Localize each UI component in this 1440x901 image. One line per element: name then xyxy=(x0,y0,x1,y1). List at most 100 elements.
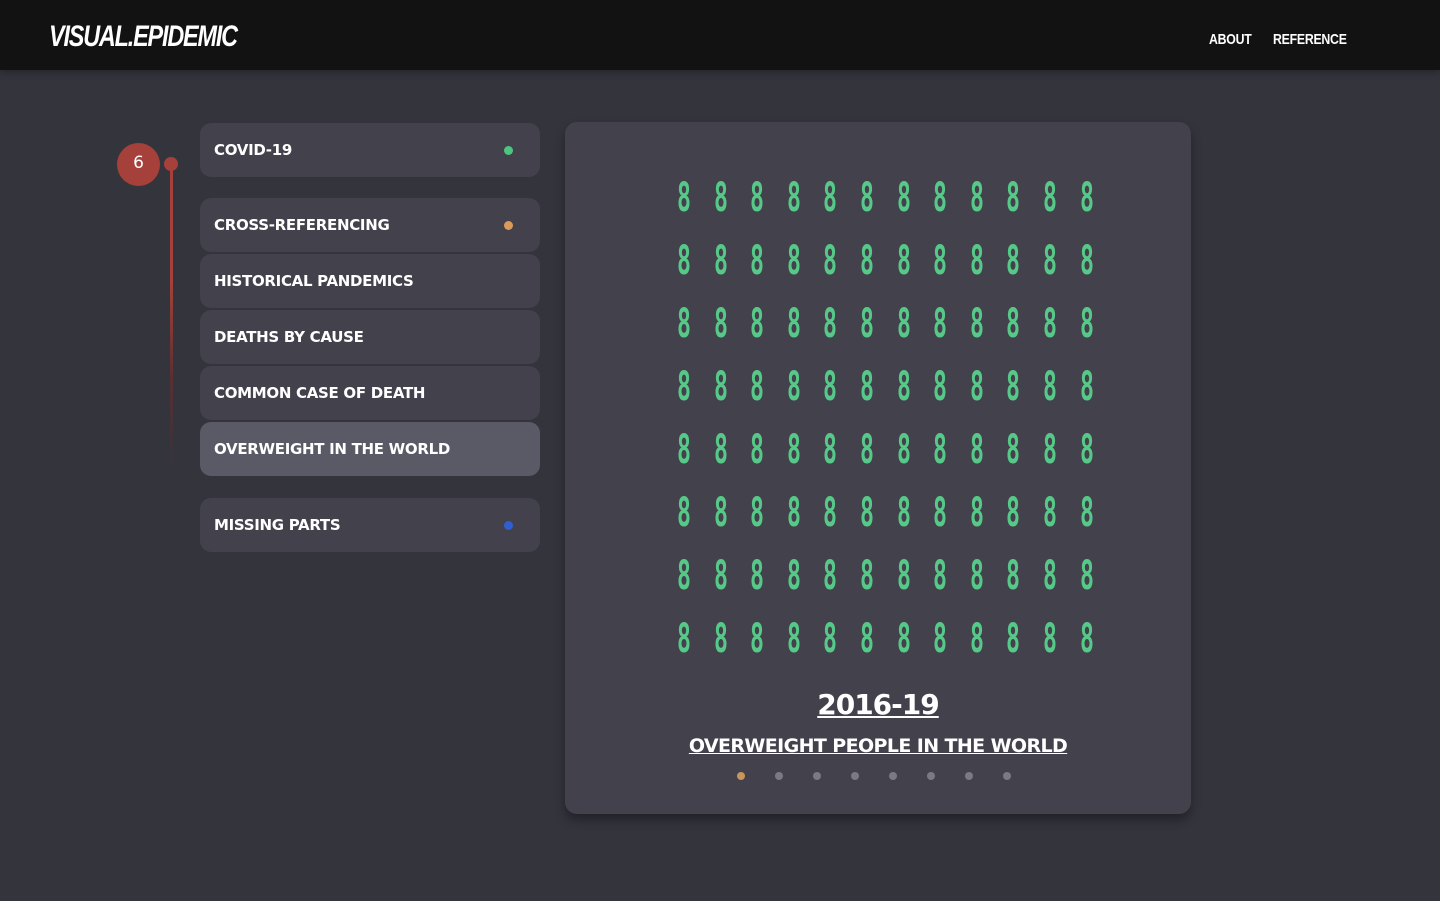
person-icon: 8 xyxy=(1079,238,1094,284)
menu-item-deaths-by-cause[interactable]: DEATHS BY CAUSE xyxy=(200,310,540,364)
person-icon: 8 xyxy=(677,301,691,347)
pager-dot[interactable] xyxy=(851,772,859,780)
person-icon: 8 xyxy=(713,427,728,473)
menu-item-common-case-of-death[interactable]: COMMON CASE OF DEATH xyxy=(200,366,540,420)
person-icon: 8 xyxy=(1079,427,1094,473)
person-icon: 8 xyxy=(677,175,691,221)
person-icon: 8 xyxy=(1079,553,1094,599)
pager-dot[interactable] xyxy=(775,772,783,780)
menu-item-label: OVERWEIGHT IN THE WORLD xyxy=(214,440,451,458)
person-icon: 8 xyxy=(823,364,838,410)
person-icon: 8 xyxy=(933,238,948,284)
person-icon: 8 xyxy=(786,553,801,599)
person-icon: 8 xyxy=(823,427,838,473)
person-icon: 8 xyxy=(896,427,911,473)
person-icon: 8 xyxy=(786,490,801,536)
person-icon: 8 xyxy=(713,301,728,347)
person-icon: 8 xyxy=(896,364,911,410)
person-icon: 8 xyxy=(786,427,801,473)
person-icon: 8 xyxy=(677,364,691,410)
person-icon: 8 xyxy=(1006,364,1021,410)
site-logo[interactable]: VISUAL.EPIDEMIC xyxy=(49,20,238,54)
person-icon: 8 xyxy=(677,238,691,284)
person-icon: 8 xyxy=(786,238,801,284)
pager-dot[interactable] xyxy=(813,772,821,780)
person-icon: 8 xyxy=(786,616,801,662)
person-icon: 8 xyxy=(786,301,801,347)
person-icon: 8 xyxy=(933,301,948,347)
pager-dot[interactable] xyxy=(737,772,745,780)
person-icon: 8 xyxy=(896,301,911,347)
person-icon: 8 xyxy=(750,427,765,473)
menu-item-cross-referencing[interactable]: CROSS-REFERENCING xyxy=(200,198,540,252)
person-icon: 8 xyxy=(1042,238,1057,284)
person-icon: 8 xyxy=(933,553,948,599)
person-icon: 8 xyxy=(750,364,765,410)
progress-track-line xyxy=(170,168,173,468)
pager-dot[interactable] xyxy=(1003,772,1011,780)
person-icon: 8 xyxy=(1042,175,1057,221)
nav-about-link[interactable]: ABOUT xyxy=(1209,31,1252,48)
nav-reference-link[interactable]: REFERENCE xyxy=(1273,31,1347,48)
person-icon: 8 xyxy=(933,490,948,536)
card-caption[interactable]: OVERWEIGHT PEOPLE IN THE WORLD xyxy=(565,735,1191,757)
person-icon: 8 xyxy=(713,616,728,662)
menu-item-missing-parts[interactable]: MISSING PARTS xyxy=(200,498,540,552)
person-icon: 8 xyxy=(823,175,838,221)
menu-item-label: COMMON CASE OF DEATH xyxy=(214,384,426,402)
person-icon: 8 xyxy=(1042,364,1057,410)
person-icon: 8 xyxy=(750,553,765,599)
person-icon: 8 xyxy=(859,553,874,599)
person-icon-grid: 8888888888888888888888888888888888888888… xyxy=(677,174,1116,678)
menu-item-label: DEATHS BY CAUSE xyxy=(214,328,364,346)
person-icon: 8 xyxy=(969,553,984,599)
pager-dot[interactable] xyxy=(927,772,935,780)
person-icon: 8 xyxy=(713,364,728,410)
person-icon: 8 xyxy=(786,175,801,221)
person-icon: 8 xyxy=(713,238,728,284)
person-icon: 8 xyxy=(1079,364,1094,410)
menu-item-label: MISSING PARTS xyxy=(214,516,341,534)
person-icon: 8 xyxy=(677,490,691,536)
pager-dot[interactable] xyxy=(889,772,897,780)
menu-item-label: COVID-19 xyxy=(214,141,292,159)
person-icon: 8 xyxy=(859,490,874,536)
person-icon: 8 xyxy=(969,616,984,662)
status-dot-icon xyxy=(504,221,513,230)
person-icon: 8 xyxy=(859,427,874,473)
person-icon: 8 xyxy=(1006,616,1021,662)
pager-dot[interactable] xyxy=(965,772,973,780)
menu-item-overweight-in-the-world[interactable]: OVERWEIGHT IN THE WORLD xyxy=(200,422,540,476)
person-icon: 8 xyxy=(1006,238,1021,284)
person-icon: 8 xyxy=(1042,616,1057,662)
status-dot-icon xyxy=(504,521,513,530)
person-icon: 8 xyxy=(1042,490,1057,536)
person-icon: 8 xyxy=(896,238,911,284)
menu-item-covid-19[interactable]: COVID-19 xyxy=(200,123,540,177)
person-icon: 8 xyxy=(896,175,911,221)
person-icon: 8 xyxy=(823,301,838,347)
person-icon: 8 xyxy=(896,616,911,662)
person-icon: 8 xyxy=(786,364,801,410)
person-icon: 8 xyxy=(677,553,691,599)
person-icon: 8 xyxy=(933,616,948,662)
person-icon: 8 xyxy=(933,175,948,221)
person-icon: 8 xyxy=(969,238,984,284)
person-icon: 8 xyxy=(969,427,984,473)
person-icon: 8 xyxy=(750,238,765,284)
person-icon: 8 xyxy=(1006,301,1021,347)
card-year[interactable]: 2016-19 xyxy=(565,688,1191,721)
status-dot-icon xyxy=(504,146,513,155)
person-icon: 8 xyxy=(859,616,874,662)
person-icon: 8 xyxy=(859,175,874,221)
person-icon: 8 xyxy=(1042,553,1057,599)
person-icon: 8 xyxy=(859,364,874,410)
person-icon: 8 xyxy=(859,301,874,347)
person-icon: 8 xyxy=(859,238,874,284)
person-icon: 8 xyxy=(1079,616,1094,662)
visualization-card: 8888888888888888888888888888888888888888… xyxy=(565,122,1191,814)
menu-item-historical-pandemics[interactable]: HISTORICAL PANDEMICS xyxy=(200,254,540,308)
person-icon: 8 xyxy=(1006,490,1021,536)
person-icon: 8 xyxy=(933,427,948,473)
person-icon: 8 xyxy=(1079,490,1094,536)
